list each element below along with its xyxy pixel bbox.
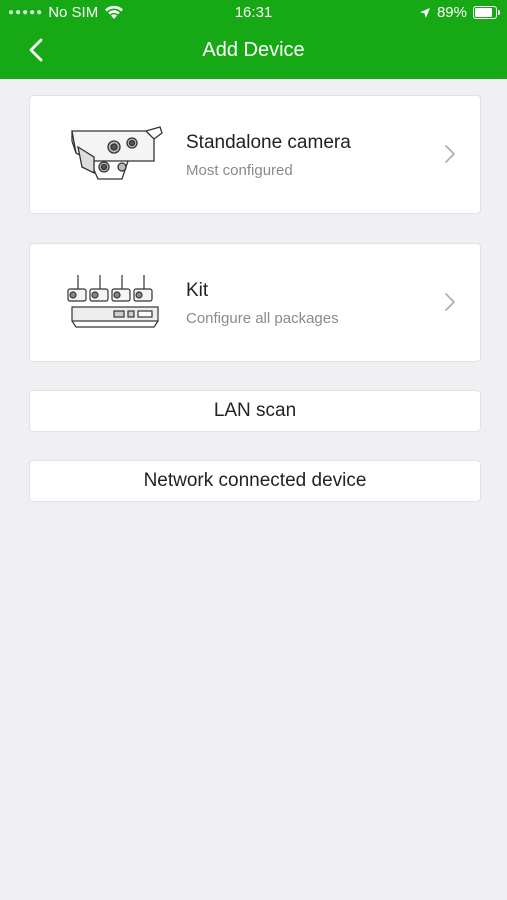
option-subtitle: Configure all packages [186, 310, 339, 327]
network-connected-device-button[interactable]: Network connected device [29, 460, 481, 502]
lan-scan-button[interactable]: LAN scan [29, 390, 481, 432]
nvr-kit-icon [67, 275, 159, 328]
option-subtitle: Most configured [186, 162, 293, 179]
chevron-right-icon [445, 145, 455, 163]
page-title: Add Device [202, 39, 305, 61]
option-title: Standalone camera [186, 132, 351, 153]
chevron-right-icon [445, 293, 455, 311]
status-bar: ●●●●● No SIM 16:31 89% [0, 0, 507, 26]
top-bar: ●●●●● No SIM 16:31 89% Add Device [0, 0, 507, 79]
location-arrow-icon [419, 7, 430, 18]
standalone-camera-option[interactable]: Standalone camera Most configured [29, 95, 481, 214]
battery-percent: 89% [436, 4, 467, 21]
navigation-bar: Add Device [0, 26, 507, 79]
option-title: Kit [186, 280, 209, 301]
kit-option[interactable]: Kit Configure all packages [29, 243, 481, 362]
bullet-camera-icon [71, 126, 163, 180]
battery-icon [473, 6, 500, 19]
